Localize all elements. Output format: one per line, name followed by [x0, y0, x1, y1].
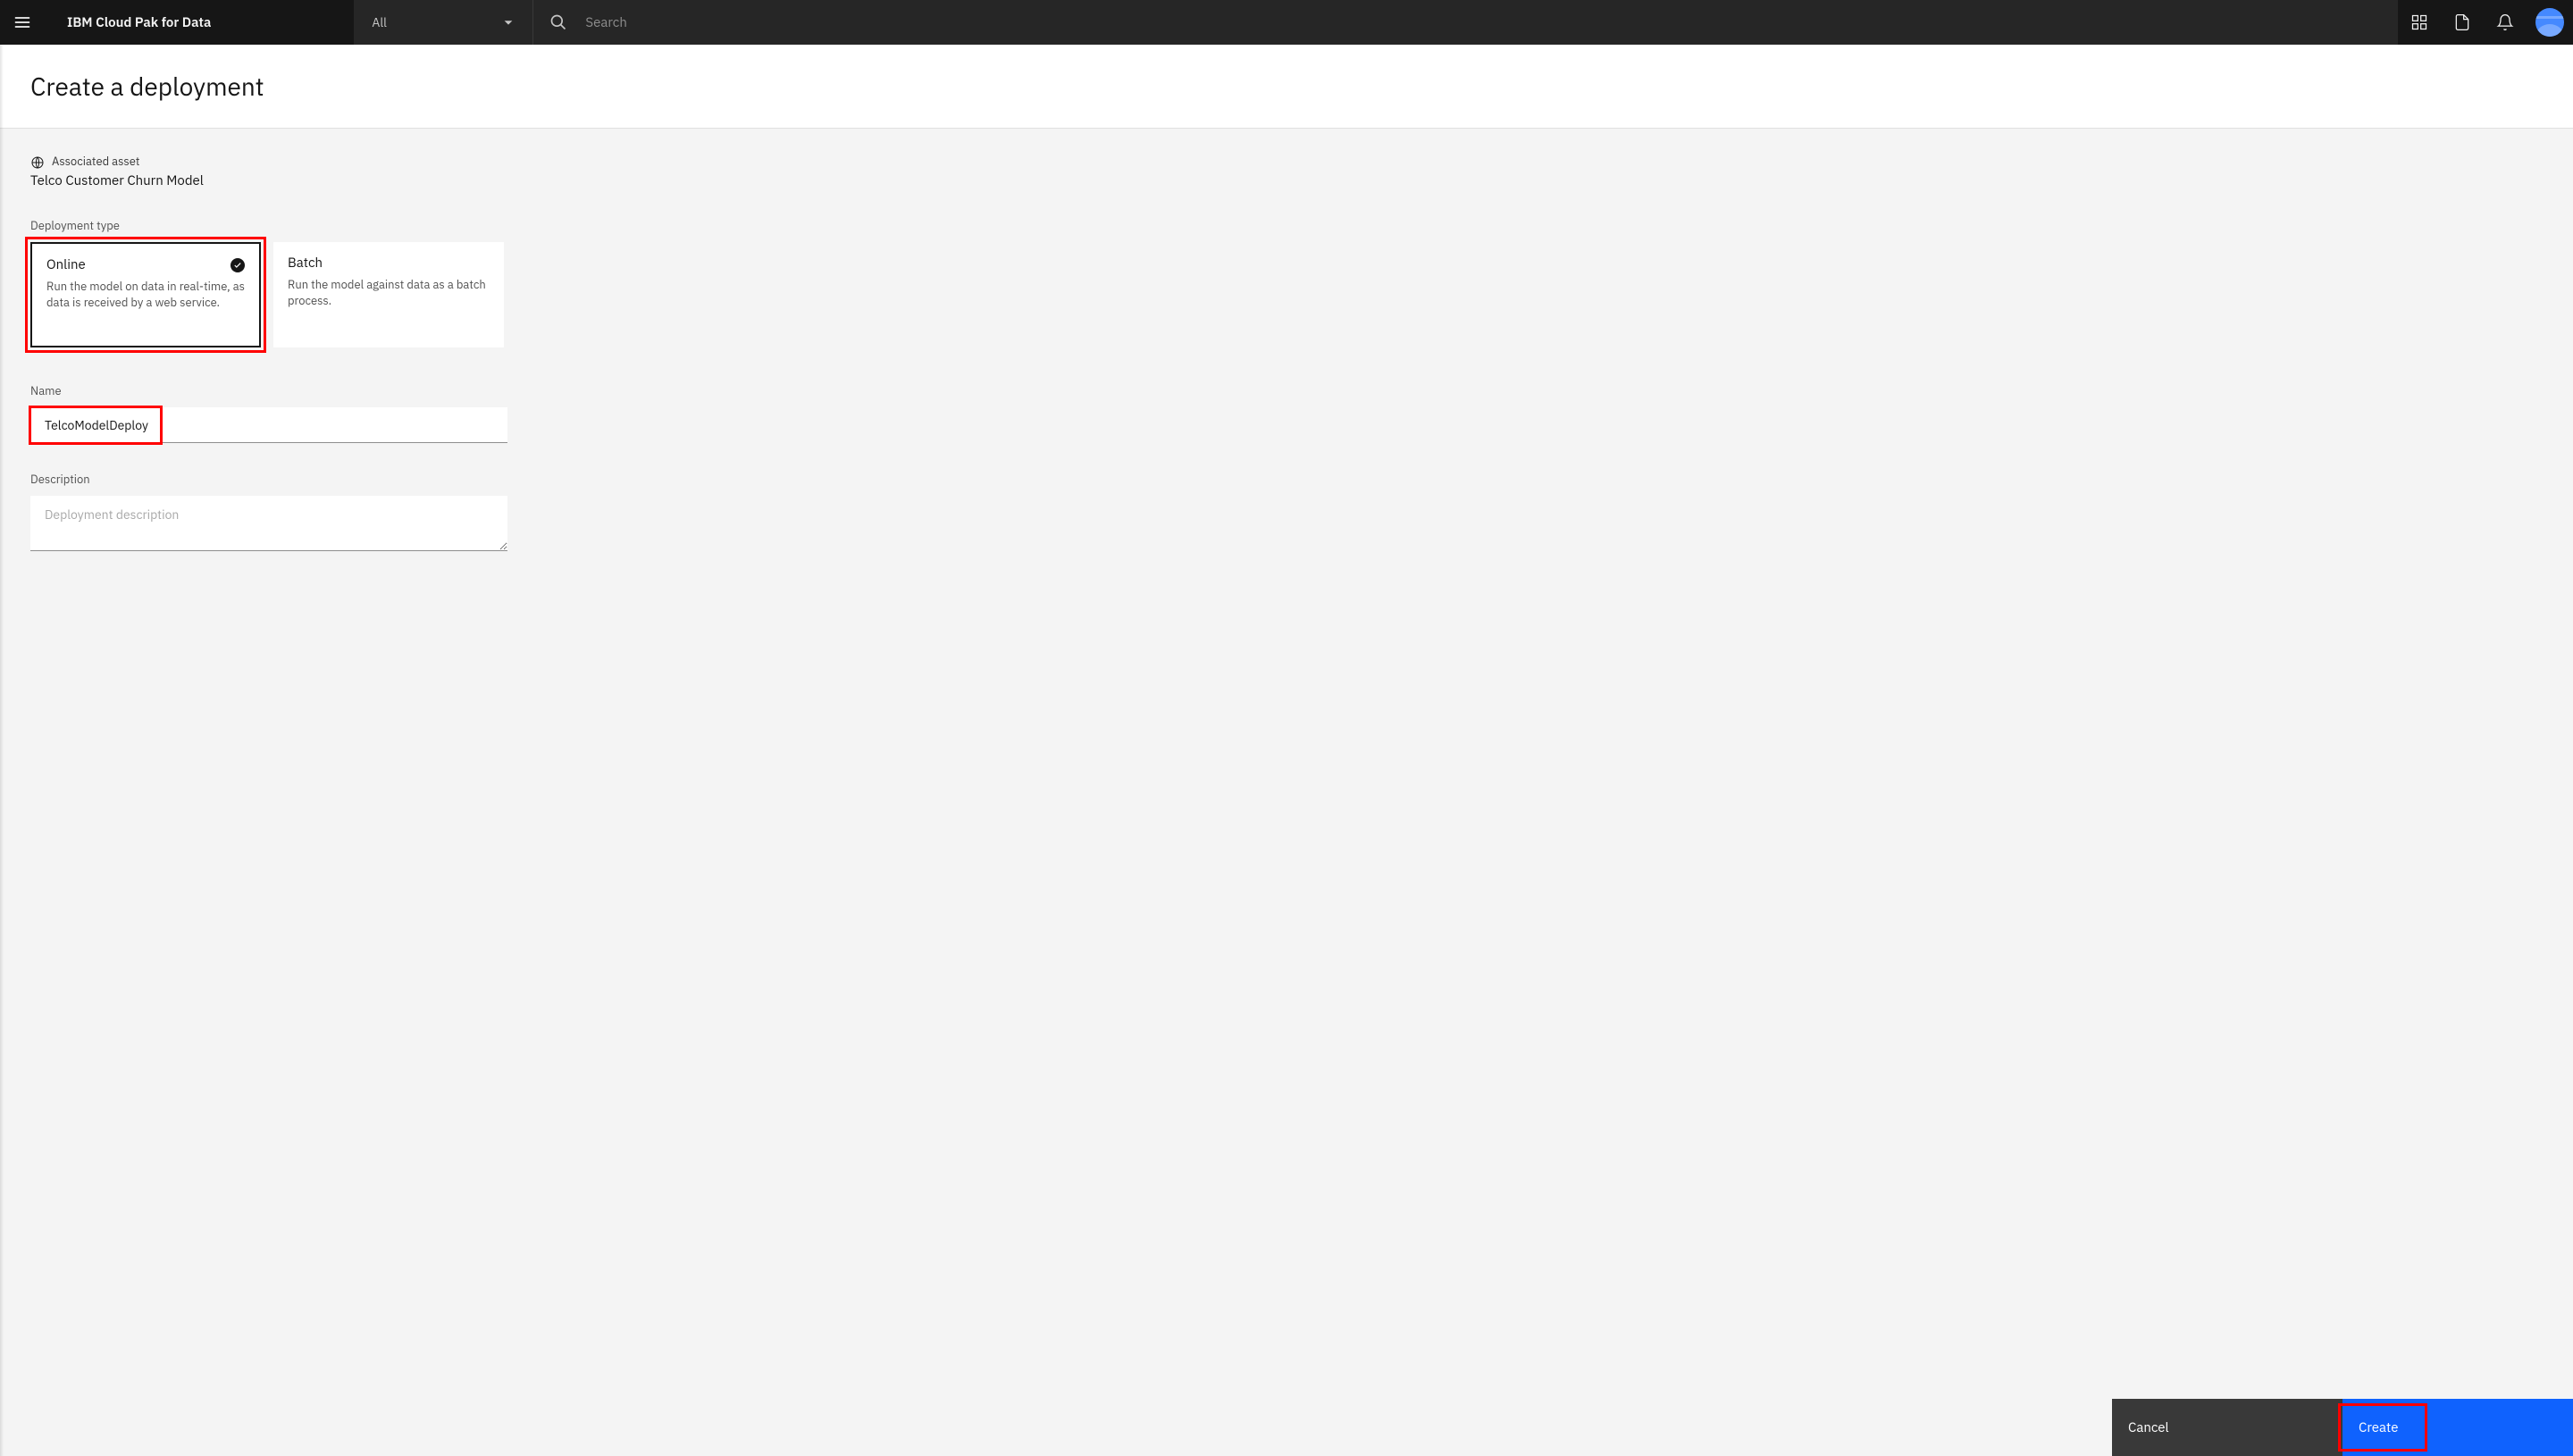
- name-section: Name: [30, 383, 2543, 443]
- chevron-down-icon: [502, 16, 515, 29]
- page-title: Create a deployment: [30, 70, 2543, 103]
- top-header: IBM Cloud Pak for Data All: [0, 0, 2573, 45]
- asset-name: Telco Customer Churn Model: [30, 172, 204, 189]
- description-label: Description: [30, 472, 2543, 487]
- cancel-button[interactable]: Cancel: [2112, 1399, 2343, 1456]
- asset-icon: [30, 154, 45, 174]
- name-label: Name: [30, 383, 2543, 398]
- description-input[interactable]: [30, 496, 507, 551]
- filter-dropdown[interactable]: All: [354, 0, 532, 45]
- deployment-type-label: Deployment type: [30, 218, 2543, 233]
- search-input[interactable]: [567, 14, 2398, 31]
- card-desc-online: Run the model on data in real-time, as d…: [46, 279, 245, 311]
- card-title-online: Online: [46, 256, 86, 273]
- description-section: Description: [30, 472, 2543, 556]
- document-icon[interactable]: [2441, 0, 2484, 45]
- filter-label: All: [372, 14, 387, 30]
- apps-icon[interactable]: [2398, 0, 2441, 45]
- create-button-label: Create: [2359, 1419, 2398, 1436]
- avatar[interactable]: [2535, 8, 2564, 37]
- create-button[interactable]: Create: [2343, 1399, 2573, 1456]
- associated-asset: Associated asset Telco Customer Churn Mo…: [30, 154, 2543, 189]
- deployment-card-online[interactable]: Online Run the model on data in real-tim…: [30, 242, 261, 347]
- content-area: Associated asset Telco Customer Churn Mo…: [0, 129, 2573, 609]
- search-section: [532, 0, 2398, 45]
- asset-label: Associated asset: [52, 154, 204, 169]
- card-desc-batch: Run the model against data as a batch pr…: [288, 277, 490, 309]
- name-input[interactable]: [30, 407, 507, 443]
- menu-icon[interactable]: [0, 0, 45, 45]
- card-title-batch: Batch: [288, 255, 323, 272]
- check-icon: [230, 258, 245, 272]
- search-icon: [549, 13, 567, 31]
- deployment-card-batch[interactable]: Batch Run the model against data as a ba…: [273, 242, 504, 347]
- header-icons: [2398, 0, 2573, 45]
- page-title-section: Create a deployment: [0, 45, 2573, 129]
- deployment-cards: Online Run the model on data in real-tim…: [30, 242, 2543, 347]
- footer: Cancel Create: [2112, 1399, 2573, 1456]
- brand-title: IBM Cloud Pak for Data: [45, 14, 229, 31]
- bell-icon[interactable]: [2484, 0, 2527, 45]
